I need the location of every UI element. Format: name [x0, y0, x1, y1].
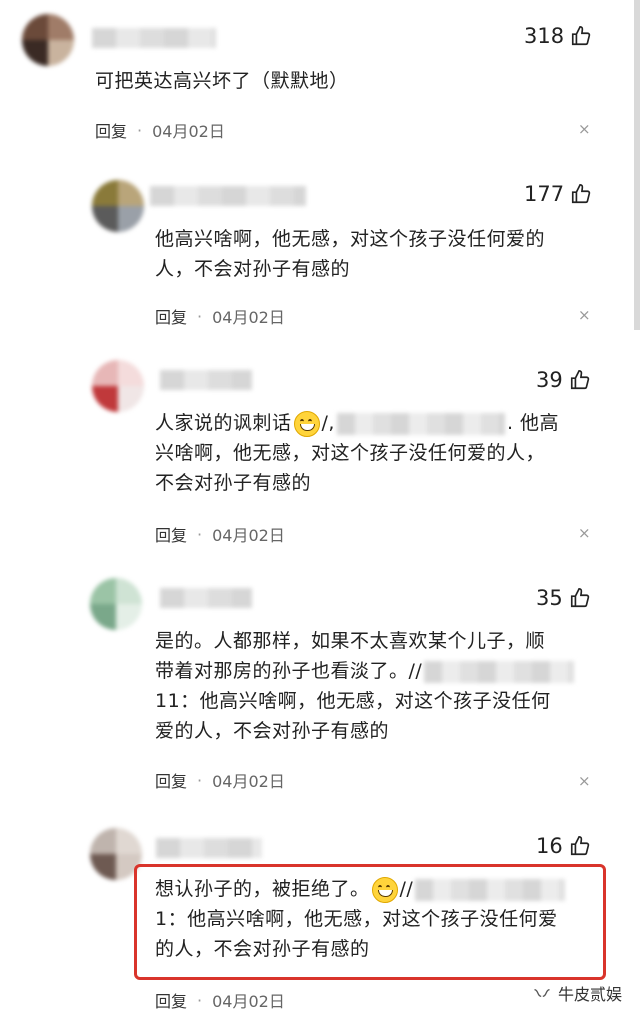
mention-blurred[interactable]	[336, 412, 505, 435]
username-blurred[interactable]	[156, 838, 262, 858]
avatar[interactable]	[92, 180, 144, 232]
watermark: 牛皮贰娱	[532, 981, 622, 1005]
comment-meta: 回复 · 04月02日	[155, 768, 285, 792]
comment-text-segment: 带着对那房的孙子也看淡了。//	[155, 660, 423, 682]
like-button[interactable]: 35	[536, 586, 591, 610]
comment-line: 爱的人，不会对孙子有感的	[155, 720, 390, 742]
comment-text: 他高兴啥啊，他无感，对这个孩子没任何爱的 人，不会对孙子有感的	[155, 224, 545, 284]
separator-dot: ·	[197, 306, 203, 326]
comment-text: 人家说的讽刺话 /, . 他高 兴啥啊，他无感，对这个孩子没任何爱的人， 不会对孙子…	[155, 408, 559, 498]
comment-meta: 回复 · 04月02日	[95, 118, 225, 142]
close-icon[interactable]: ×	[578, 524, 591, 542]
comment-line: 人家说的讽刺话 /, . 他高	[155, 408, 559, 438]
separator-dot: ·	[197, 770, 203, 790]
separator-dot: ·	[197, 524, 203, 544]
comment-date: 04月02日	[212, 992, 285, 1011]
comment-line: 想认孙子的，被拒绝了。 //	[155, 874, 567, 904]
like-button[interactable]: 177	[524, 182, 592, 206]
comment-meta: 回复 · 04月02日	[155, 988, 285, 1012]
comment-meta: 回复 · 04月02日	[155, 304, 285, 328]
like-count: 16	[536, 834, 563, 858]
like-button[interactable]: 16	[536, 834, 591, 858]
comment-text-segment: 想认孙子的，被拒绝了。	[155, 878, 370, 900]
thumbs-up-icon	[570, 370, 589, 390]
comment-date: 04月02日	[212, 526, 285, 545]
comment-text: 可把英达高兴坏了（默默地）	[95, 70, 349, 92]
comment-line: 兴啥啊，他无感，对这个孩子没任何爱的人，	[155, 442, 546, 464]
comment-text: 是的。人都那样，如果不太喜欢某个儿子，顺 带着对那房的孙子也看淡了。// 11：…	[155, 626, 576, 746]
comment-line: 11：他高兴啥啊，他无感，对这个孩子没任何	[155, 690, 551, 712]
comment-meta: 回复 · 04月02日	[155, 522, 285, 546]
username-blurred[interactable]	[92, 28, 216, 48]
watermark-text: 牛皮贰娱	[557, 985, 622, 1004]
close-icon[interactable]: ×	[578, 120, 591, 138]
comment-line: 1：他高兴啥啊，他无感，对这个孩子没任何爱	[155, 908, 558, 930]
comment-line: 带着对那房的孙子也看淡了。//	[155, 656, 576, 686]
reply-button[interactable]: 回复	[155, 768, 187, 792]
username-blurred[interactable]	[160, 370, 252, 390]
thumbs-up-icon	[572, 184, 591, 204]
grinning-face-icon	[293, 410, 320, 437]
close-icon[interactable]: ×	[578, 306, 591, 324]
like-count: 39	[536, 368, 563, 392]
comment-date: 04月02日	[152, 122, 225, 141]
grinning-face-icon	[371, 876, 398, 903]
comment-date: 04月02日	[212, 772, 285, 791]
comment-text-segment: 人家说的讽刺话	[155, 412, 292, 434]
comment-date: 04月02日	[212, 308, 285, 327]
wechat-channel-icon	[534, 989, 550, 997]
thumbs-up-icon	[572, 26, 591, 46]
separator-dot: ·	[137, 120, 143, 140]
comment-text-segment: /,	[321, 412, 335, 434]
close-icon[interactable]: ×	[578, 772, 591, 790]
separator-dot: ·	[197, 990, 203, 1010]
thumbs-up-icon	[570, 836, 589, 856]
avatar[interactable]	[92, 360, 144, 412]
avatar[interactable]	[90, 578, 142, 630]
reply-button[interactable]: 回复	[155, 304, 187, 328]
like-button[interactable]: 318	[524, 24, 592, 48]
scrollbar[interactable]	[634, 0, 640, 330]
mention-blurred[interactable]	[424, 660, 575, 683]
mention-blurred[interactable]	[415, 878, 566, 901]
like-count: 35	[536, 586, 563, 610]
comment-line: 他高兴啥啊，他无感，对这个孩子没任何爱的	[155, 228, 546, 250]
reply-button[interactable]: 回复	[155, 988, 187, 1012]
avatar[interactable]	[22, 14, 74, 66]
comment-line: 是的。人都那样，如果不太喜欢某个儿子，顺	[155, 630, 546, 652]
comment-text: 想认孙子的，被拒绝了。 // 1：他高兴啥啊，他无感，对这个孩子没任何爱 的人，不…	[155, 874, 567, 964]
comment-line: 人，不会对孙子有感的	[155, 258, 351, 280]
like-count: 318	[524, 24, 565, 48]
like-count: 177	[524, 182, 565, 206]
username-blurred[interactable]	[160, 588, 252, 608]
comment-line: 不会对孙子有感的	[155, 472, 312, 494]
thumbs-up-icon	[570, 588, 589, 608]
comment-text-segment: . 他高	[506, 412, 560, 434]
reply-button[interactable]: 回复	[155, 522, 187, 546]
reply-button[interactable]: 回复	[95, 118, 127, 142]
comment-text-segment: //	[399, 878, 414, 900]
comment-line: 的人，不会对孙子有感的	[155, 938, 370, 960]
username-blurred[interactable]	[150, 186, 306, 206]
like-button[interactable]: 39	[536, 368, 591, 392]
